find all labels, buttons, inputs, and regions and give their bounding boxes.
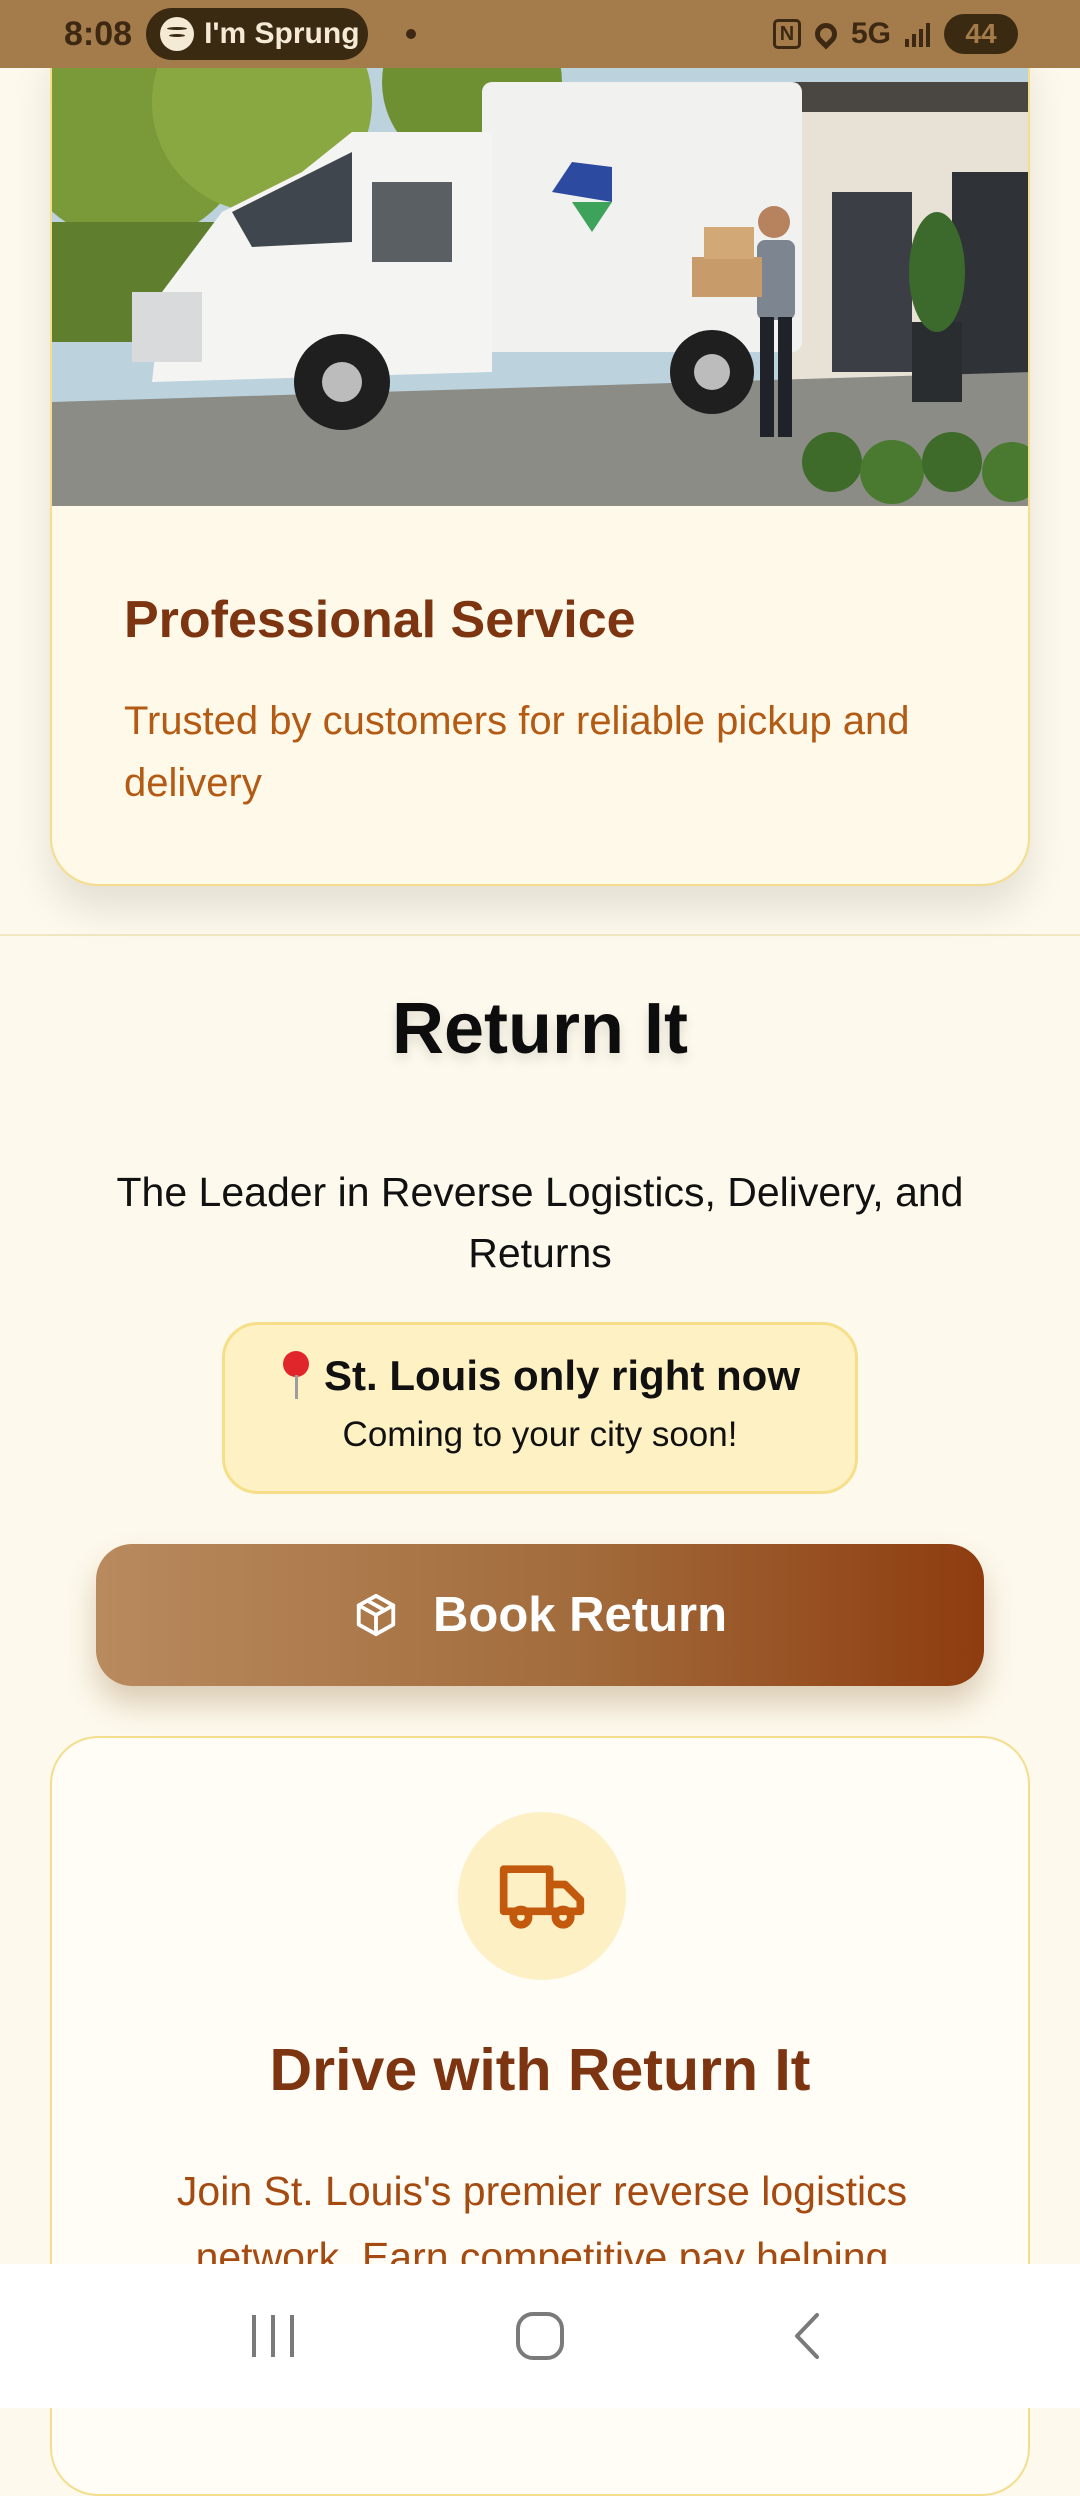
status-time: 8:08 <box>64 14 133 53</box>
system-nav-bar <box>0 2264 1080 2408</box>
delivery-truck-image <box>52 42 1028 506</box>
tagline: The Leader in Reverse Logistics, Deliver… <box>116 1169 964 1276</box>
recent-apps-button[interactable] <box>233 2296 313 2376</box>
back-button[interactable] <box>767 2296 847 2376</box>
network-type: 5G <box>850 17 891 50</box>
drive-title: Drive with Return It <box>269 2037 811 2103</box>
pin-icon <box>280 1351 312 1401</box>
professional-service-card: Professional Service Trusted by customer… <box>50 40 1030 886</box>
location-title: St. Louis only right now <box>324 1352 800 1399</box>
notification-dot-icon <box>406 29 417 39</box>
media-playing-pill[interactable]: I'm Sprung <box>146 8 369 60</box>
package-icon <box>356 1593 396 1637</box>
battery-icon: 44 <box>944 14 1018 54</box>
location-subtitle: Coming to your city soon! <box>342 1415 738 1454</box>
recent-apps-icon <box>252 2315 295 2357</box>
status-bar: 8:08 I'm Sprung N 5G 44 <box>0 0 1080 68</box>
signal-icon <box>905 21 930 47</box>
truck-icon-circle <box>458 1812 626 1980</box>
status-icons: N 5G 44 <box>772 14 1018 54</box>
page-title: Return It <box>392 989 688 1069</box>
location-icon <box>810 18 842 50</box>
home-icon <box>515 2312 564 2360</box>
nfc-icon: N <box>772 19 801 49</box>
book-return-label: Book Return <box>433 1588 727 1642</box>
media-title: I'm Sprung <box>204 17 360 50</box>
location-notice: St. Louis only right now Coming to your … <box>222 1322 858 1494</box>
section-divider <box>0 934 1080 936</box>
spotify-icon <box>160 17 195 51</box>
card-title: Professional Service <box>124 591 636 649</box>
book-return-button[interactable]: Book Return <box>96 1544 984 1686</box>
back-icon <box>794 2313 819 2359</box>
truck-icon <box>499 1865 585 1929</box>
home-button[interactable] <box>500 2296 580 2376</box>
card-subtitle: Trusted by customers for reliable pickup… <box>124 699 910 805</box>
